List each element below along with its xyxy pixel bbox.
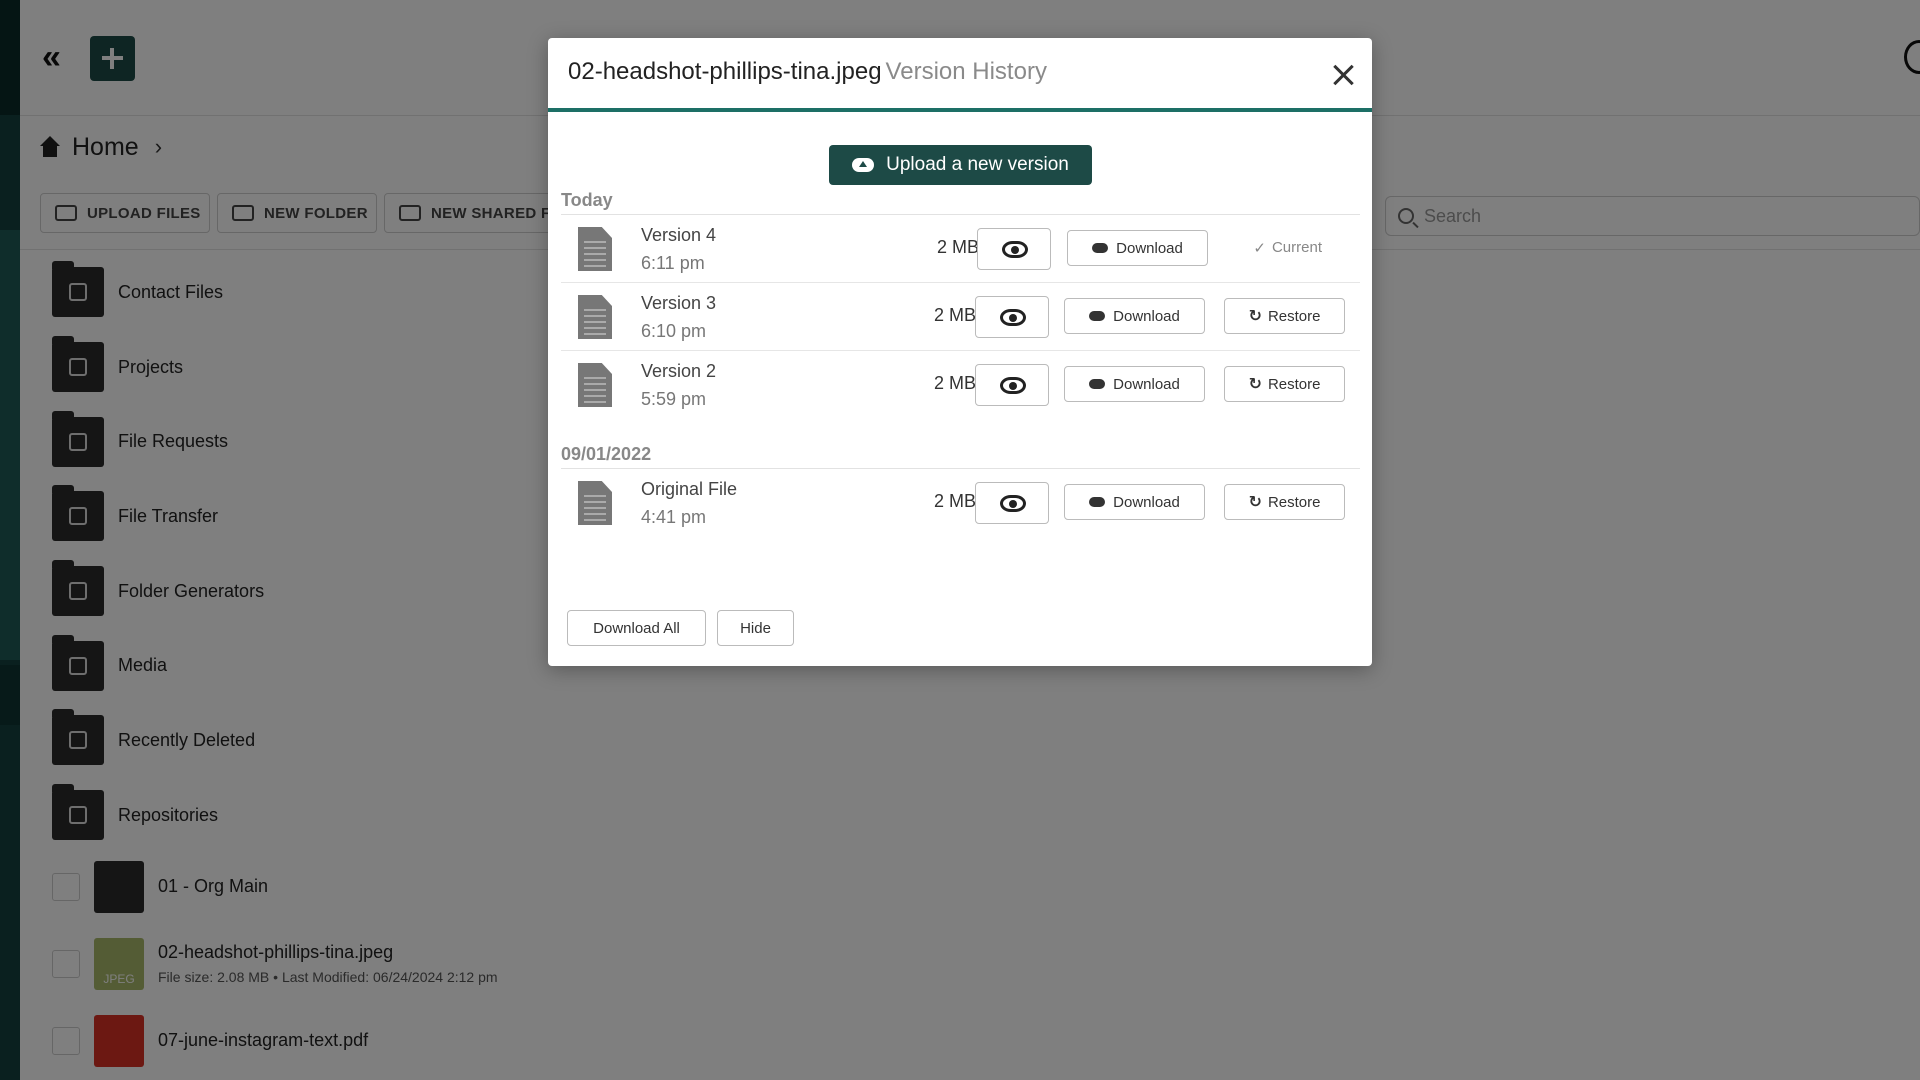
version-time: 6:11 pm (641, 253, 705, 273)
check-icon: ✓ (1253, 240, 1266, 257)
restore-label: Restore (1267, 375, 1321, 393)
cloud-download-icon (1089, 379, 1106, 389)
version-name: Version 4 (641, 225, 717, 245)
hide-button[interactable]: Hide (717, 610, 794, 646)
version-name: Version 3 (641, 293, 717, 313)
current-label: Current (1271, 239, 1322, 256)
preview-button[interactable] (975, 364, 1049, 406)
document-icon (578, 227, 612, 271)
version-row: Version 3 6:10 pm 2 MB Download ↻ Restor… (561, 283, 1360, 351)
version-history-dialog: 02-headshot-phillips-tina.jpeg Version Hi… (548, 38, 1372, 666)
download-button[interactable]: Download (1064, 298, 1205, 334)
eye-icon (1000, 495, 1026, 512)
restore-label: Restore (1267, 307, 1321, 325)
download-button[interactable]: Download (1064, 366, 1205, 402)
restore-icon: ↻ (1248, 376, 1262, 393)
eye-icon (1000, 377, 1026, 394)
version-name: Original File (641, 479, 738, 499)
upload-new-version-button[interactable]: Upload a new version (829, 145, 1092, 185)
version-time: 5:59 pm (641, 389, 707, 409)
version-time: 6:10 pm (641, 321, 707, 341)
download-label: Download (1116, 239, 1183, 257)
version-size: 2 MB (936, 237, 979, 257)
restore-icon: ↻ (1248, 308, 1262, 325)
preview-button[interactable] (977, 228, 1051, 270)
cloud-download-icon (1089, 311, 1106, 321)
group-label: 09/01/2022 (561, 444, 652, 464)
version-size: 2 MB (933, 305, 976, 325)
version-size: 2 MB (933, 491, 976, 511)
cloud-download-icon (1089, 497, 1106, 507)
download-label: Download (1113, 493, 1180, 511)
eye-icon (1000, 309, 1026, 326)
dialog-subtitle: Version History (885, 58, 1047, 85)
version-row: Version 4 6:11 pm 2 MB Download ✓ Curren… (561, 215, 1360, 283)
download-label: Download (1113, 375, 1180, 393)
group-label: Today (561, 190, 613, 210)
download-button[interactable]: Download (1064, 484, 1205, 520)
document-icon (578, 295, 612, 339)
document-icon (578, 363, 612, 407)
close-icon[interactable] (1330, 62, 1356, 88)
cloud-upload-icon (852, 158, 875, 172)
version-row: Version 2 5:59 pm 2 MB Download ↻ Restor… (561, 351, 1360, 419)
upload-new-version-label: Upload a new version (886, 154, 1069, 175)
preview-button[interactable] (975, 296, 1049, 338)
dialog-title: 02-headshot-phillips-tina.jpeg Version Hi… (568, 58, 1047, 86)
restore-button[interactable]: ↻ Restore (1224, 366, 1345, 402)
version-row: Original File 4:41 pm 2 MB Download ↻ Re… (561, 469, 1360, 537)
restore-button[interactable]: ↻ Restore (1224, 298, 1345, 334)
version-size: 2 MB (933, 373, 976, 393)
version-time: 4:41 pm (641, 507, 707, 527)
version-name: Version 2 (641, 361, 717, 381)
eye-icon (1002, 241, 1028, 258)
preview-button[interactable] (975, 482, 1049, 524)
cloud-download-icon (1092, 243, 1109, 253)
download-button[interactable]: Download (1067, 230, 1208, 266)
restore-label: Restore (1267, 493, 1321, 511)
document-icon (578, 481, 612, 525)
current-status: ✓ Current (1253, 239, 1322, 257)
restore-button[interactable]: ↻ Restore (1224, 484, 1345, 520)
download-label: Download (1113, 307, 1180, 325)
download-all-button[interactable]: Download All (567, 610, 706, 646)
restore-icon: ↻ (1248, 494, 1262, 511)
dialog-header: 02-headshot-phillips-tina.jpeg Version Hi… (548, 38, 1372, 112)
dialog-file-name: 02-headshot-phillips-tina.jpeg (568, 58, 882, 85)
